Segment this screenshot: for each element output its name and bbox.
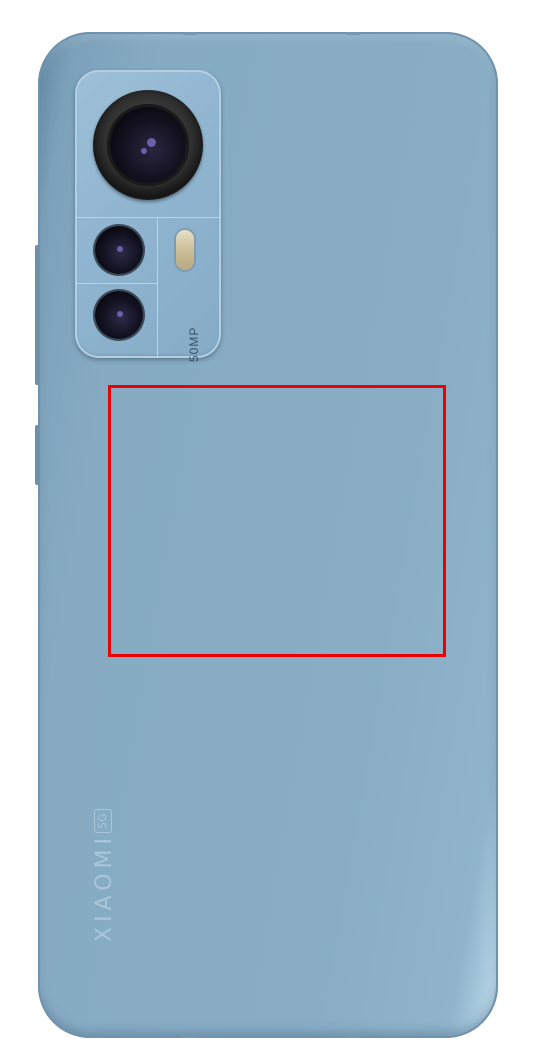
module-divider-vertical — [157, 217, 158, 358]
bottom-edge-notch-right — [346, 1035, 360, 1038]
flash-icon — [176, 230, 194, 270]
megapixel-label: 50MP — [187, 326, 201, 362]
lens-glint-icon — [147, 138, 156, 147]
top-edge-notch-right — [346, 32, 360, 35]
ultrawide-camera-lens — [95, 226, 143, 274]
top-edge-notch-left — [183, 32, 197, 35]
bottom-edge-notch-left — [183, 1035, 197, 1038]
main-lens-glass — [107, 104, 189, 186]
module-divider-top — [75, 217, 221, 218]
lens-glint-icon — [117, 311, 123, 317]
main-camera-lens — [93, 90, 203, 200]
camera-module: 50MP — [75, 70, 221, 362]
network-badge: 5G — [94, 809, 112, 833]
lens-glint-icon — [117, 246, 123, 252]
brand-logo: XIAOMI — [92, 832, 117, 942]
module-divider-middle — [75, 283, 157, 284]
telephoto-camera-lens — [95, 291, 143, 339]
highlight-box — [108, 385, 446, 657]
lens-glint-icon — [141, 148, 147, 154]
